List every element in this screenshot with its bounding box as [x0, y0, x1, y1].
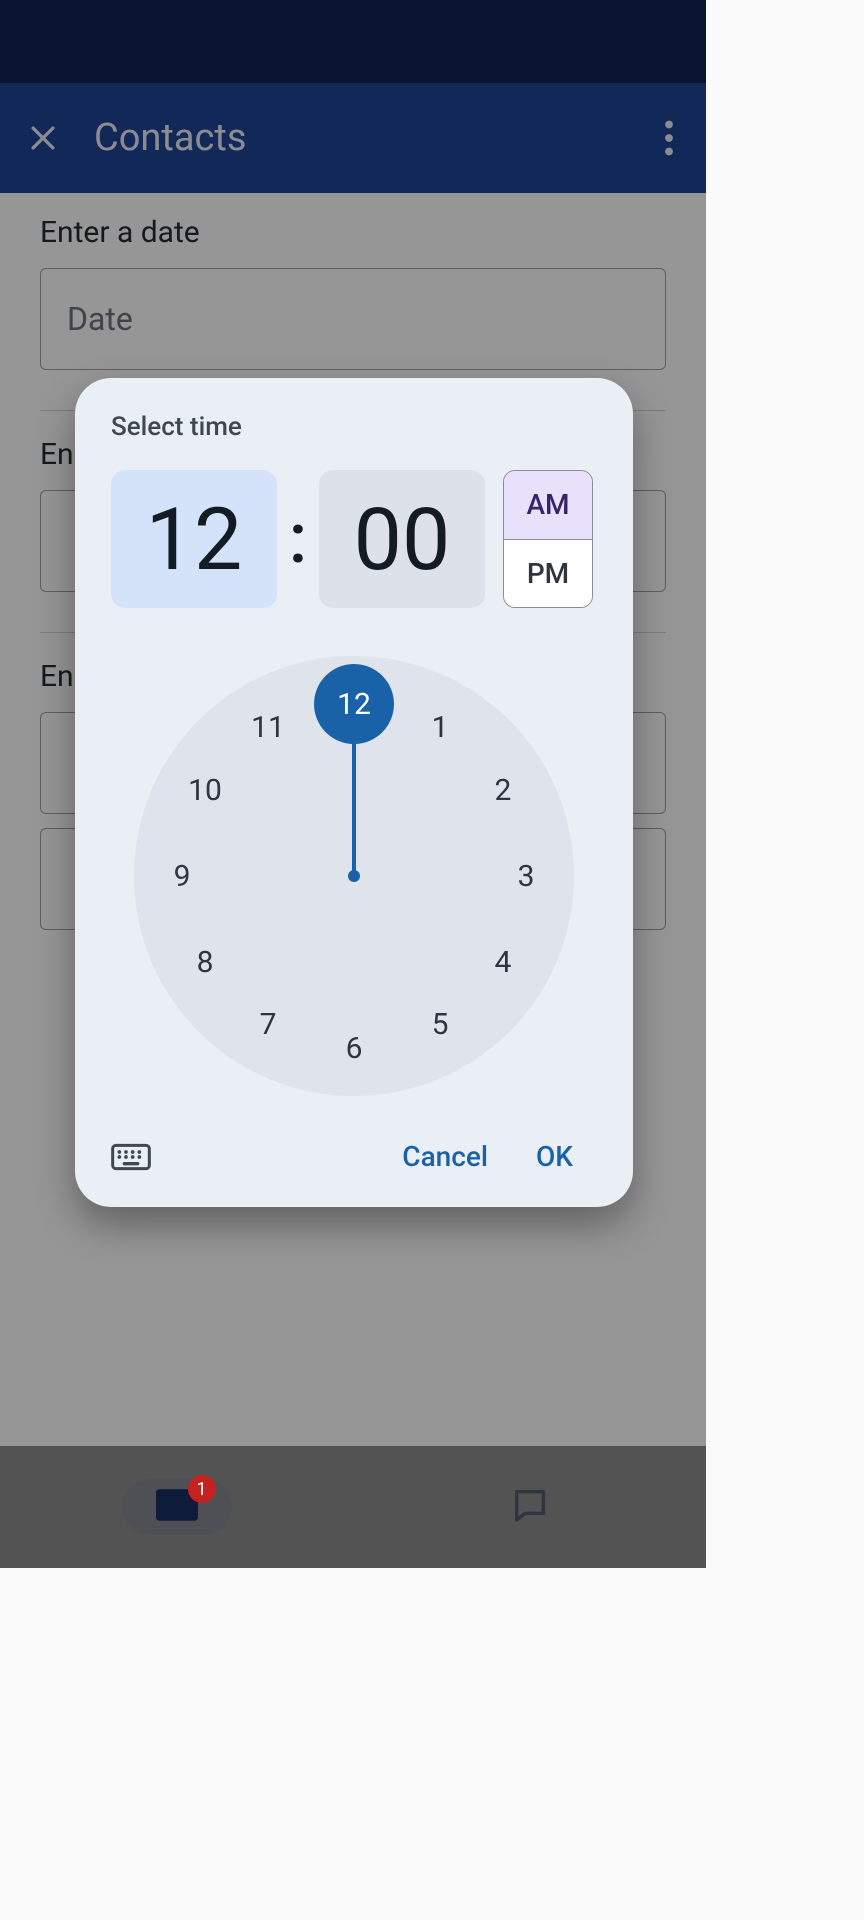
clock-hour-2[interactable]: 2	[463, 750, 543, 830]
time-display-row: 12 : 00 AM PM	[111, 470, 597, 608]
ok-button[interactable]: OK	[512, 1130, 597, 1183]
minute-display[interactable]: 00	[319, 470, 485, 608]
notification-badge: 1	[188, 1475, 216, 1503]
clock-hour-4[interactable]: 4	[463, 922, 543, 1002]
clock-hour-5[interactable]: 5	[400, 985, 480, 1065]
clock-hour-8[interactable]: 8	[165, 922, 245, 1002]
clock-hour-3[interactable]: 3	[486, 836, 566, 916]
clock-center-dot	[348, 870, 360, 882]
time-colon: :	[277, 470, 319, 608]
mail-icon: 1	[156, 1489, 198, 1525]
clock-hour-11[interactable]: 11	[228, 687, 308, 767]
clock-face[interactable]: 121234567891011	[134, 656, 574, 1096]
pm-option[interactable]: PM	[504, 540, 592, 608]
hour-display[interactable]: 12	[111, 470, 277, 608]
clock-hour-1[interactable]: 1	[400, 687, 480, 767]
clock-hour-7[interactable]: 7	[228, 985, 308, 1065]
clock-container: 121234567891011	[111, 656, 597, 1096]
keyboard-icon[interactable]	[111, 1142, 151, 1172]
cancel-button[interactable]: Cancel	[378, 1130, 512, 1183]
dialog-actions: Cancel OK	[111, 1130, 597, 1183]
chat-icon	[510, 1485, 550, 1529]
clock-hour-10[interactable]: 10	[165, 750, 245, 830]
am-option[interactable]: AM	[504, 471, 592, 540]
clock-hour-9[interactable]: 9	[142, 836, 222, 916]
clock-hour-6[interactable]: 6	[314, 1008, 394, 1088]
time-picker-dialog: Select time 12 : 00 AM PM 12123456789101…	[75, 378, 633, 1207]
ampm-toggle: AM PM	[503, 470, 593, 608]
dialog-title: Select time	[111, 412, 597, 442]
clock-hour-12[interactable]: 12	[314, 664, 394, 744]
